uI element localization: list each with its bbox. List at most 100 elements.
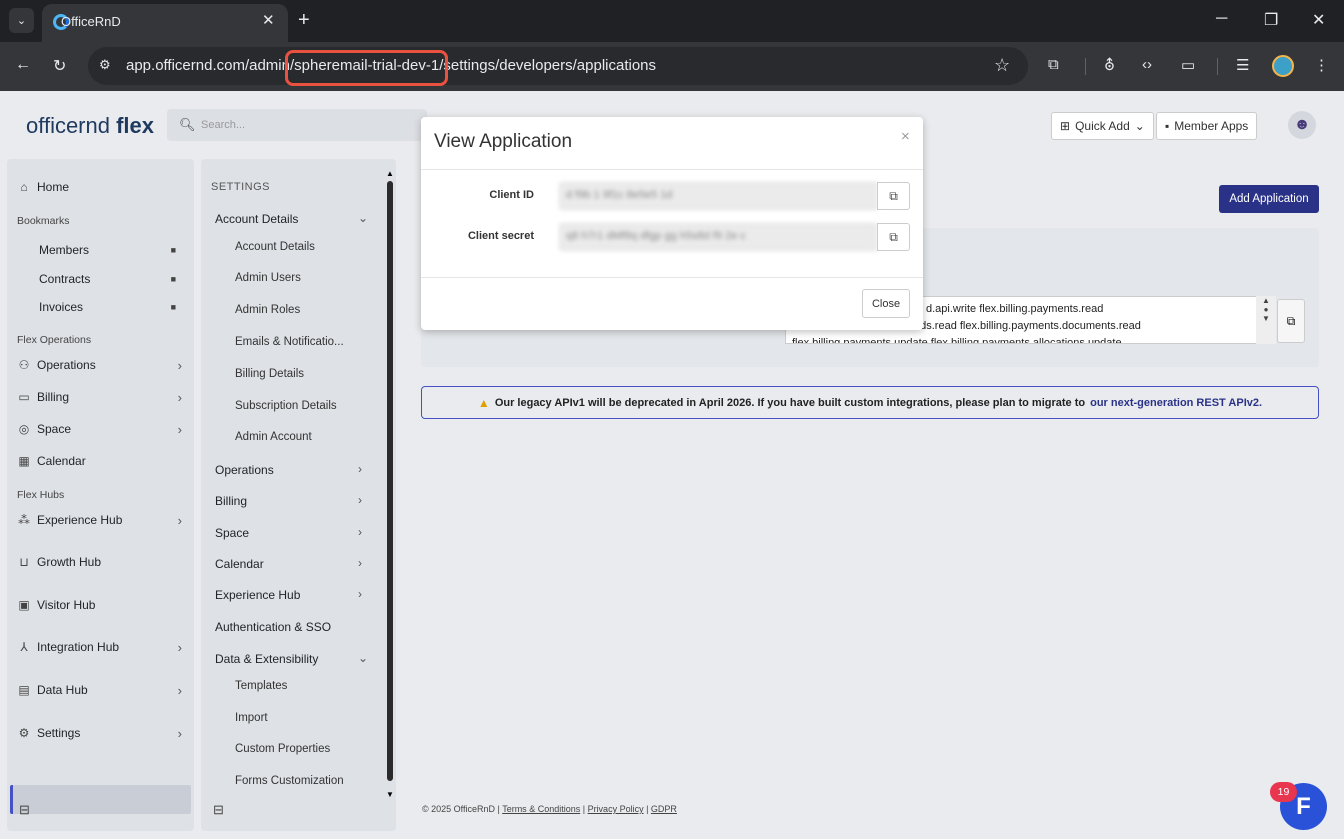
bookmark-invoices[interactable]: Invoices	[39, 300, 83, 314]
page-footer: © 2025 OfficeRnD | Terms & Conditions | …	[422, 804, 677, 814]
settings-item-admin-users[interactable]: Admin Users	[235, 272, 301, 284]
sidebar-item-integration-hub[interactable]: ⅄ Integration Hub	[17, 640, 119, 654]
settings-item-auth-sso[interactable]: Authentication & SSO	[215, 620, 331, 634]
bookmark-contracts[interactable]: Contracts	[39, 272, 90, 286]
settings-group-account-details[interactable]: Account Details	[215, 212, 298, 226]
scroll-down-arrow-icon[interactable]: ▼	[386, 790, 394, 799]
sidebar-item-growth-hub[interactable]: ⊔ Growth Hub	[17, 555, 101, 569]
sidebar-item-visitor-hub[interactable]: ▣ Visitor Hub	[17, 598, 95, 612]
device-icon[interactable]: ▭	[1181, 56, 1195, 74]
chevron-right-icon: ›	[177, 683, 182, 698]
settings-item-admin-roles[interactable]: Admin Roles	[235, 304, 300, 316]
window-close-icon[interactable]: ✕	[1312, 10, 1325, 30]
settings-item-templates[interactable]: Templates	[235, 680, 287, 692]
url-highlight-box	[285, 50, 448, 86]
sidebar-item-experience-hub[interactable]: ⁂ Experience Hub	[17, 513, 122, 527]
terms-link[interactable]: Terms & Conditions	[502, 804, 580, 814]
sidebar-item-billing[interactable]: ▭ Billing	[17, 390, 69, 404]
settings-group-space[interactable]: Space	[215, 526, 249, 540]
settings-scrollbar-thumb[interactable]	[387, 181, 393, 781]
minimize-icon[interactable]: ─	[1216, 10, 1227, 28]
settings-nav: SETTINGS Account Details ⌄ Account Detai…	[201, 159, 396, 831]
sidebar-item-operations[interactable]: ⚇ Operations	[17, 358, 96, 372]
media-control-icon[interactable]: ☰	[1236, 56, 1249, 74]
chevron-right-icon: ›	[358, 493, 362, 507]
chevron-right-icon: ›	[177, 422, 182, 437]
sidebar-item-calendar[interactable]: ▦ Calendar	[17, 454, 85, 468]
bookmark-members[interactable]: Members	[39, 243, 89, 257]
privacy-link[interactable]: Privacy Policy	[588, 804, 644, 814]
add-application-button[interactable]: Add Application	[1219, 185, 1319, 213]
extensions-icon[interactable]: ⧉	[1048, 56, 1059, 73]
chevron-right-icon: ›	[358, 587, 362, 601]
scroll-up-arrow-icon[interactable]: ▲	[386, 169, 394, 178]
settings-item-admin-account[interactable]: Admin Account	[235, 431, 312, 443]
bookmark-icon[interactable]: ■	[171, 274, 176, 284]
chevron-down-icon: ⌄	[1134, 119, 1145, 133]
site-info-icon[interactable]: ⚙	[99, 57, 111, 73]
chat-notification-badge: 19	[1270, 782, 1297, 802]
sidebar-item-home[interactable]: ⌂ Home	[17, 180, 69, 194]
back-icon[interactable]: ←	[15, 56, 31, 74]
settings-item-custom-properties[interactable]: Custom Properties	[235, 743, 330, 755]
copy-scopes-icon[interactable]: ⧉	[1277, 299, 1305, 343]
new-tab-icon[interactable]: +	[298, 9, 310, 32]
settings-heading: SETTINGS	[211, 181, 271, 193]
warning-icon: ▲	[477, 395, 490, 410]
collapse-settings-icon[interactable]: ⊟	[213, 802, 224, 818]
collapse-sidebar-icon[interactable]: ⊟	[19, 802, 30, 818]
devtools-icon[interactable]: ‹›	[1142, 56, 1152, 73]
billing-icon: ▭	[18, 390, 30, 404]
settings-group-data-extensibility[interactable]: Data & Extensibility	[215, 652, 318, 666]
settings-group-calendar[interactable]: Calendar	[215, 557, 264, 571]
incognito-icon[interactable]: ⛢	[1104, 56, 1115, 74]
apiv2-link[interactable]: our next-generation REST APIv2.	[1090, 397, 1262, 409]
settings-item-subscription[interactable]: Subscription Details	[235, 400, 337, 412]
chevron-right-icon: ›	[358, 525, 362, 539]
reload-icon[interactable]: ↻	[53, 56, 66, 76]
settings-item-billing-details[interactable]: Billing Details	[235, 368, 304, 380]
settings-group-operations[interactable]: Operations	[215, 463, 274, 477]
officernd-logo[interactable]: officernd flex	[26, 113, 154, 139]
address-bar[interactable]: ⚙ app.officernd.com/admin/spheremail-tri…	[88, 47, 1028, 86]
chevron-right-icon: ›	[358, 556, 362, 570]
global-search[interactable]: 🔍︎ Search...	[167, 109, 427, 141]
user-avatar[interactable]: ☻	[1288, 111, 1316, 139]
settings-item-forms-customization[interactable]: Forms Customization	[235, 775, 344, 787]
search-placeholder: Search...	[201, 119, 246, 131]
sidebar-item-data-hub[interactable]: ▤ Data Hub	[17, 683, 87, 697]
bookmark-star-icon[interactable]: ☆	[994, 55, 1010, 76]
modal-title: View Application	[434, 131, 573, 152]
tab-search-button[interactable]: ⌄	[9, 8, 34, 33]
close-button[interactable]: Close	[862, 289, 910, 318]
quick-add-button[interactable]: ⊞ Quick Add ⌄	[1051, 112, 1154, 140]
restore-icon[interactable]: ❐	[1264, 10, 1278, 30]
toolbar-divider	[1217, 58, 1218, 75]
chevron-right-icon: ›	[177, 640, 182, 655]
profile-avatar[interactable]	[1272, 55, 1294, 77]
scopes-scrollbar[interactable]: ▲ ● ▼	[1256, 296, 1276, 344]
search-icon: 🔍︎	[179, 117, 196, 132]
settings-item-emails[interactable]: Emails & Notificatio...	[235, 336, 344, 348]
copy-client-id-icon[interactable]: ⧉	[877, 182, 910, 210]
copy-client-secret-icon[interactable]: ⧉	[877, 223, 910, 251]
settings-item-account-details[interactable]: Account Details	[235, 241, 315, 253]
settings-item-import[interactable]: Import	[235, 712, 268, 724]
browser-menu-icon[interactable]: ⋮	[1314, 56, 1329, 74]
client-id-field[interactable]: d f9b 1 9f1c 8e5e5 1d	[559, 182, 877, 210]
bookmark-icon[interactable]: ■	[171, 245, 176, 255]
settings-group-experience-hub[interactable]: Experience Hub	[215, 588, 300, 602]
apps-icon: ▪	[1165, 119, 1170, 133]
sidebar-item-space[interactable]: ◎ Space	[17, 422, 71, 436]
chevron-down-icon: ⌄	[358, 651, 369, 665]
close-tab-icon[interactable]: ✕	[262, 11, 275, 29]
active-item-highlight	[10, 785, 191, 814]
client-secret-field[interactable]: q8 h7r1 dMf8q dfgp gg h5s8d f9 2e c	[559, 223, 877, 251]
member-apps-button[interactable]: ▪ Member Apps	[1156, 112, 1258, 140]
bookmark-icon[interactable]: ■	[171, 302, 176, 312]
settings-group-billing[interactable]: Billing	[215, 494, 247, 508]
chevron-right-icon: ›	[177, 358, 182, 373]
modal-close-icon[interactable]: ×	[901, 128, 910, 145]
sidebar-item-settings[interactable]: ⚙ Settings	[17, 726, 81, 740]
gdpr-link[interactable]: GDPR	[651, 804, 677, 814]
